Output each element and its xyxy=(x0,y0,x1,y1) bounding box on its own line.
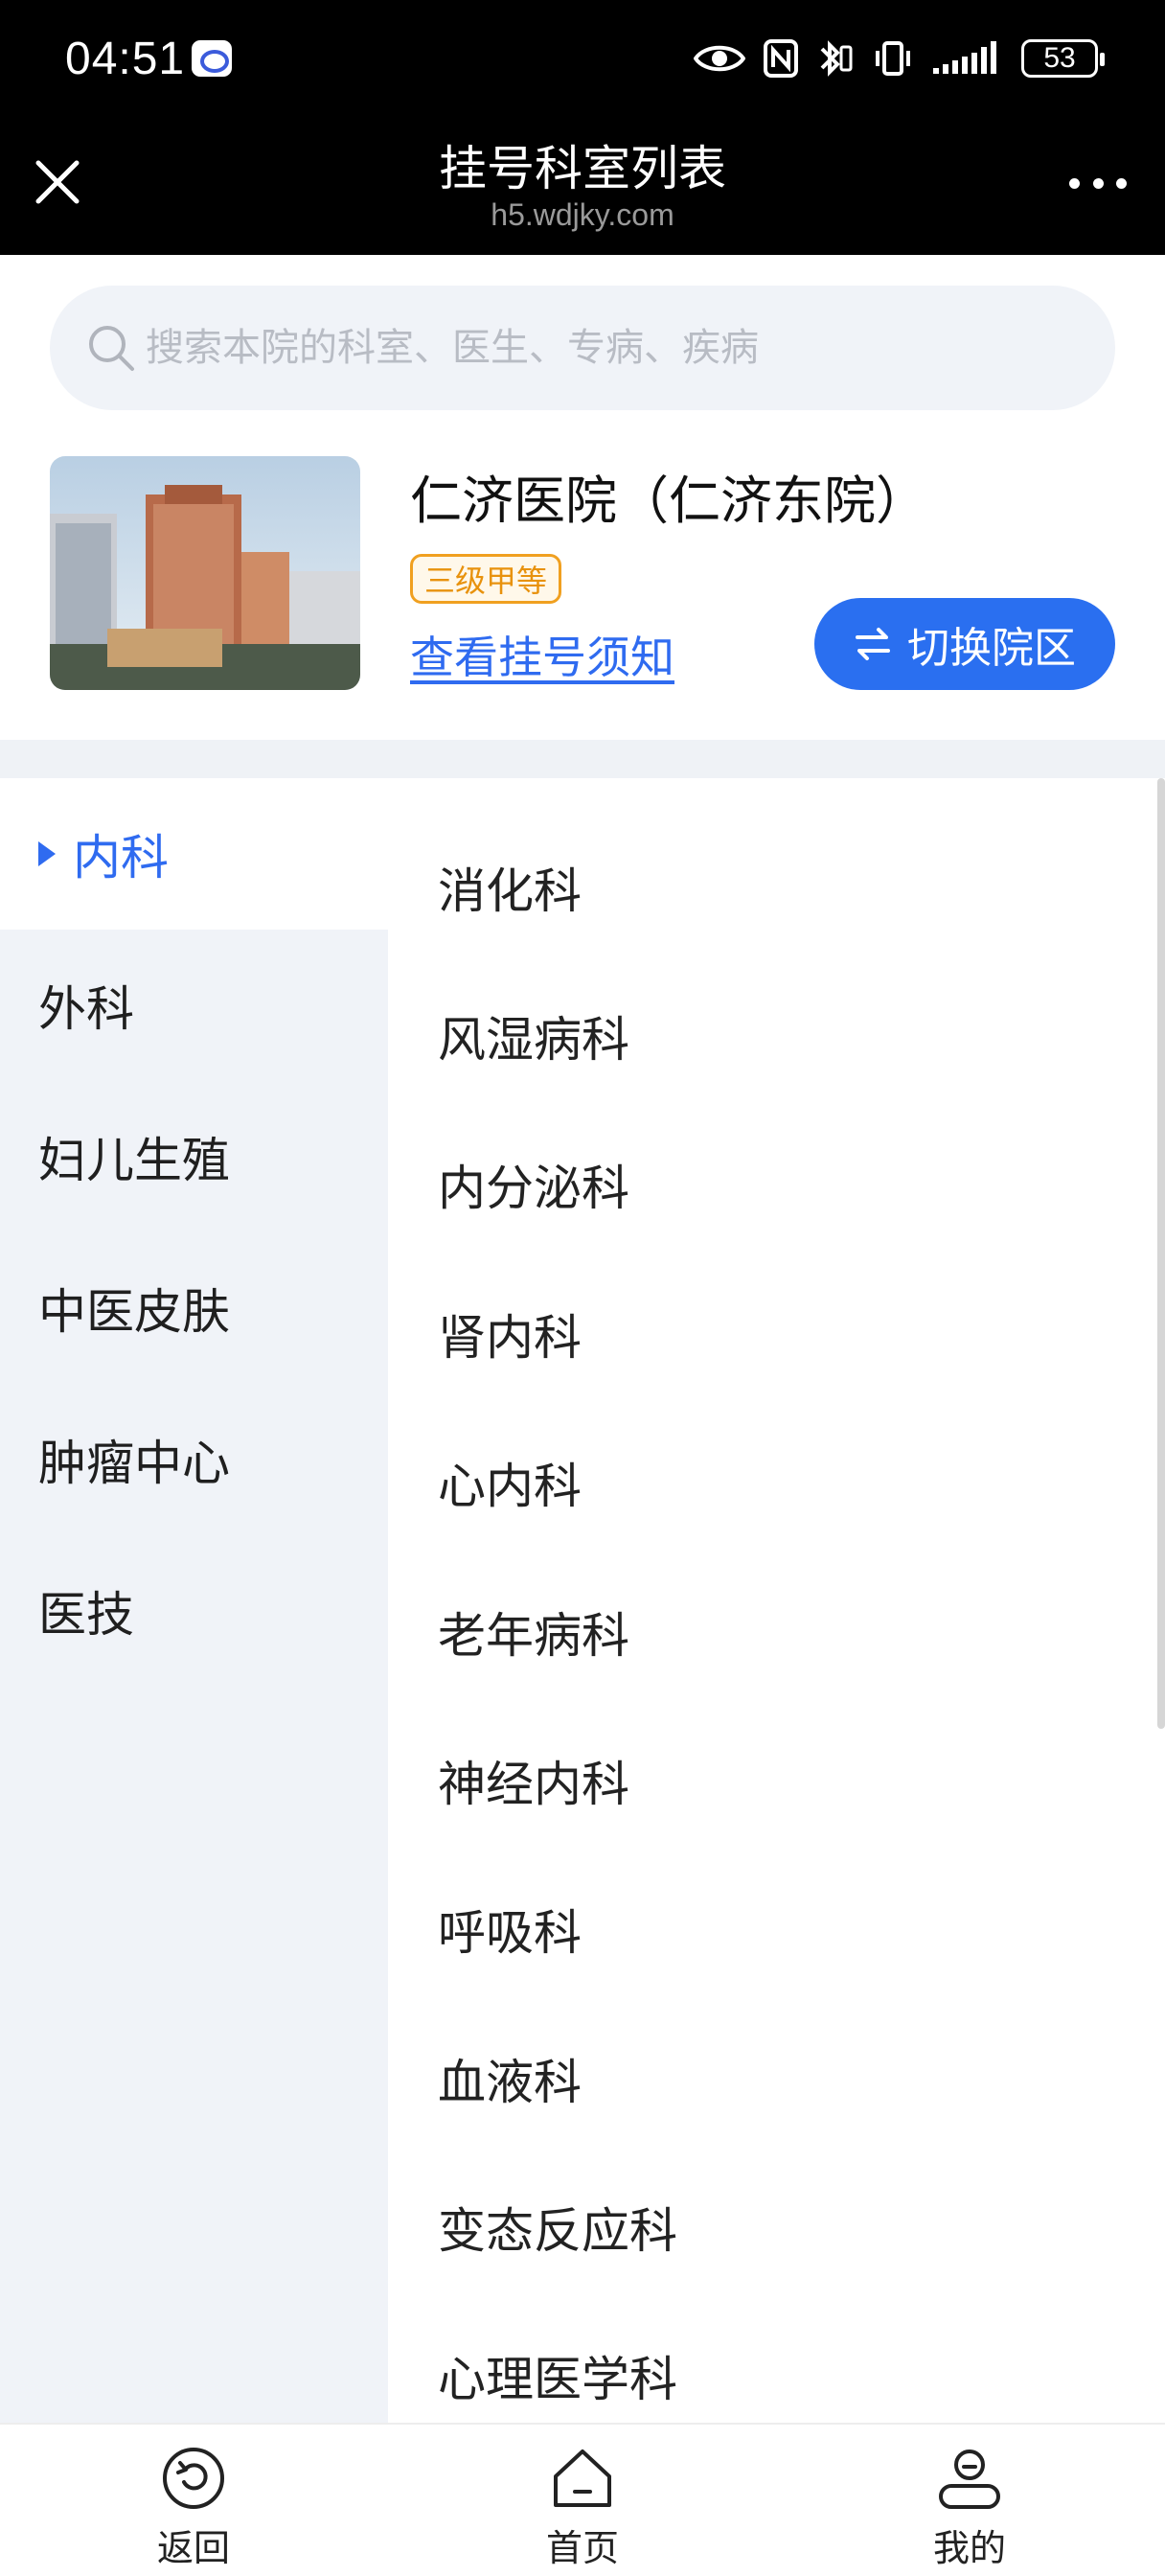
title-bar: 挂号科室列表 h5.wdjky.com xyxy=(0,125,1165,255)
category-sidebar: 内科 外科 妇儿生殖 中医皮肤 肿瘤中心 医技 xyxy=(0,778,388,2423)
department-item[interactable]: 消化科 xyxy=(438,849,582,926)
dot-icon xyxy=(1069,177,1080,189)
status-icons: 53 xyxy=(694,34,1105,82)
department-list-scrollbar[interactable] xyxy=(1157,778,1165,1729)
search-bar[interactable] xyxy=(50,286,1115,410)
dot-icon xyxy=(1092,177,1104,189)
switch-campus-button[interactable]: 切换院区 xyxy=(814,598,1115,690)
nav-profile[interactable]: 我的 xyxy=(893,2444,1046,2571)
app-notification-icon xyxy=(192,40,232,77)
category-item-oncology[interactable]: 肿瘤中心 xyxy=(0,1384,388,1535)
department-list: 消化科 风湿病科 内分泌科 肾内科 心内科 老年病科 神经内科 呼吸科 血液科 … xyxy=(388,778,1165,2423)
section-divider xyxy=(0,740,1165,778)
category-label: 外科 xyxy=(38,981,134,1037)
status-bar: 04:51 53 xyxy=(0,0,1165,125)
category-label: 中医皮肤 xyxy=(38,1284,230,1340)
page-title: 挂号科室列表 xyxy=(439,141,726,196)
page-domain: h5.wdjky.com xyxy=(491,197,674,232)
signal-icon xyxy=(931,36,1004,80)
active-indicator-icon xyxy=(38,841,56,866)
department-item[interactable]: 内分泌科 xyxy=(438,1146,629,1223)
bottom-navigation: 返回 首页 我的 xyxy=(0,2423,1165,2576)
back-icon xyxy=(163,2448,224,2509)
category-item-obstetrics-pediatrics[interactable]: 妇儿生殖 xyxy=(0,1081,388,1232)
category-item-internal-medicine[interactable]: 内科 xyxy=(0,778,388,930)
category-item-surgery[interactable]: 外科 xyxy=(0,930,388,1081)
battery-level: 53 xyxy=(1043,42,1076,74)
dot-icon xyxy=(1116,177,1127,189)
department-item[interactable]: 肾内科 xyxy=(438,1296,582,1372)
category-item-tcm-dermatology[interactable]: 中医皮肤 xyxy=(0,1232,388,1384)
status-time: 04:51 xyxy=(65,34,186,84)
department-item[interactable]: 风湿病科 xyxy=(438,998,629,1074)
department-item[interactable]: 心理医学科 xyxy=(438,2337,677,2414)
category-label: 医技 xyxy=(38,1587,134,1643)
battery-indicator: 53 xyxy=(1021,39,1105,78)
hospital-level-badge: 三级甲等 xyxy=(410,554,562,604)
nav-profile-label: 我的 xyxy=(932,2527,1006,2569)
nav-home-label: 首页 xyxy=(545,2527,619,2569)
department-item[interactable]: 心内科 xyxy=(438,1444,582,1521)
search-input[interactable] xyxy=(146,326,1008,370)
category-label: 妇儿生殖 xyxy=(38,1133,230,1188)
department-item[interactable]: 呼吸科 xyxy=(438,1891,582,1967)
switch-campus-label: 切换院区 xyxy=(907,624,1076,673)
bluetooth-icon xyxy=(816,36,855,80)
search-icon xyxy=(89,326,134,371)
department-item[interactable]: 变态反应科 xyxy=(438,2189,677,2266)
hospital-name: 仁济医院（仁济东院） xyxy=(410,471,927,531)
category-item-medical-technology[interactable]: 医技 xyxy=(0,1535,388,1687)
nfc-icon xyxy=(763,36,799,80)
home-icon xyxy=(554,2450,611,2507)
eye-icon xyxy=(694,36,745,80)
nav-back-label: 返回 xyxy=(156,2527,230,2569)
nav-back[interactable]: 返回 xyxy=(117,2444,270,2571)
profile-icon xyxy=(939,2450,1000,2509)
switch-arrows-icon xyxy=(856,628,890,660)
department-item[interactable]: 老年病科 xyxy=(438,1594,629,1670)
department-item[interactable]: 神经内科 xyxy=(438,1742,629,1819)
nav-home[interactable]: 首页 xyxy=(506,2444,659,2571)
category-label: 肿瘤中心 xyxy=(38,1436,230,1491)
department-item[interactable]: 血液科 xyxy=(438,2040,582,2117)
registration-notice-link[interactable]: 查看挂号须知 xyxy=(410,623,674,686)
vibrate-icon xyxy=(872,36,914,80)
category-label: 内科 xyxy=(73,830,169,886)
more-options-button[interactable] xyxy=(1069,171,1127,196)
hospital-photo xyxy=(50,456,360,690)
